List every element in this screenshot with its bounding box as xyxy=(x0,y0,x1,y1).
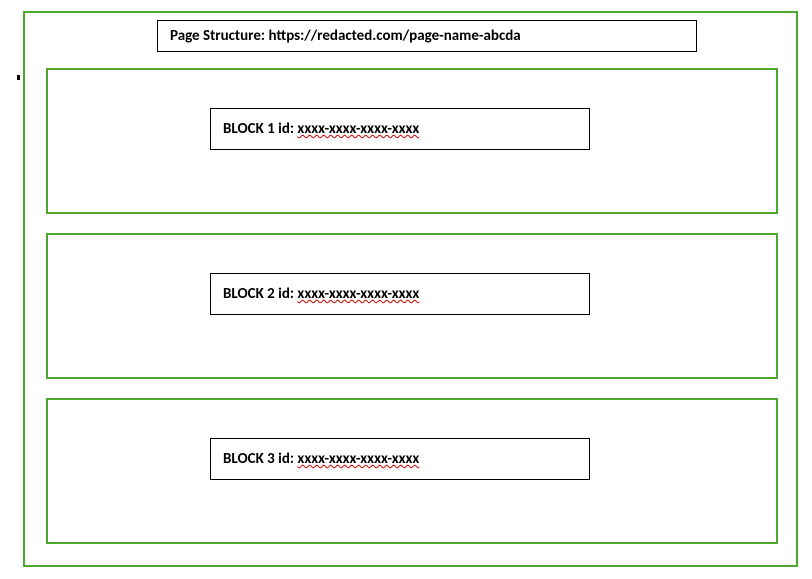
block-2-container: BLOCK 2 id: xxxx-xxxx-xxxx-xxxx xyxy=(46,233,778,379)
block-3-prefix: BLOCK 3 id: xyxy=(223,450,297,468)
block-1-id-value: xxxx-xxxx-xxxx-xxxx xyxy=(297,120,419,138)
block-1-label: BLOCK 1 id: xxxx-xxxx-xxxx-xxxx xyxy=(223,120,419,138)
page-title: Page Structure: https://redacted.com/pag… xyxy=(170,27,521,45)
block-3-id-value: xxxx-xxxx-xxxx-xxxx xyxy=(297,450,419,468)
page-title-box: Page Structure: https://redacted.com/pag… xyxy=(157,20,697,52)
block-1-container: BLOCK 1 id: xxxx-xxxx-xxxx-xxxx xyxy=(46,68,778,214)
block-3-label-box: BLOCK 3 id: xxxx-xxxx-xxxx-xxxx xyxy=(210,438,590,480)
block-3-container: BLOCK 3 id: xxxx-xxxx-xxxx-xxxx xyxy=(46,398,778,544)
block-3-label: BLOCK 3 id: xxxx-xxxx-xxxx-xxxx xyxy=(223,450,419,468)
page-structure-container: Page Structure: https://redacted.com/pag… xyxy=(23,11,798,567)
block-2-prefix: BLOCK 2 id: xyxy=(223,285,297,303)
block-1-prefix: BLOCK 1 id: xyxy=(223,120,297,138)
block-1-label-box: BLOCK 1 id: xxxx-xxxx-xxxx-xxxx xyxy=(210,108,590,150)
block-2-label-box: BLOCK 2 id: xxxx-xxxx-xxxx-xxxx xyxy=(210,273,590,315)
page-title-prefix: Page Structure: xyxy=(170,27,268,45)
page-title-url: https://redacted.com/page-name-abcda xyxy=(268,27,520,45)
block-2-label: BLOCK 2 id: xxxx-xxxx-xxxx-xxxx xyxy=(223,285,419,303)
block-2-id-value: xxxx-xxxx-xxxx-xxxx xyxy=(297,285,419,303)
side-marker xyxy=(17,75,20,80)
